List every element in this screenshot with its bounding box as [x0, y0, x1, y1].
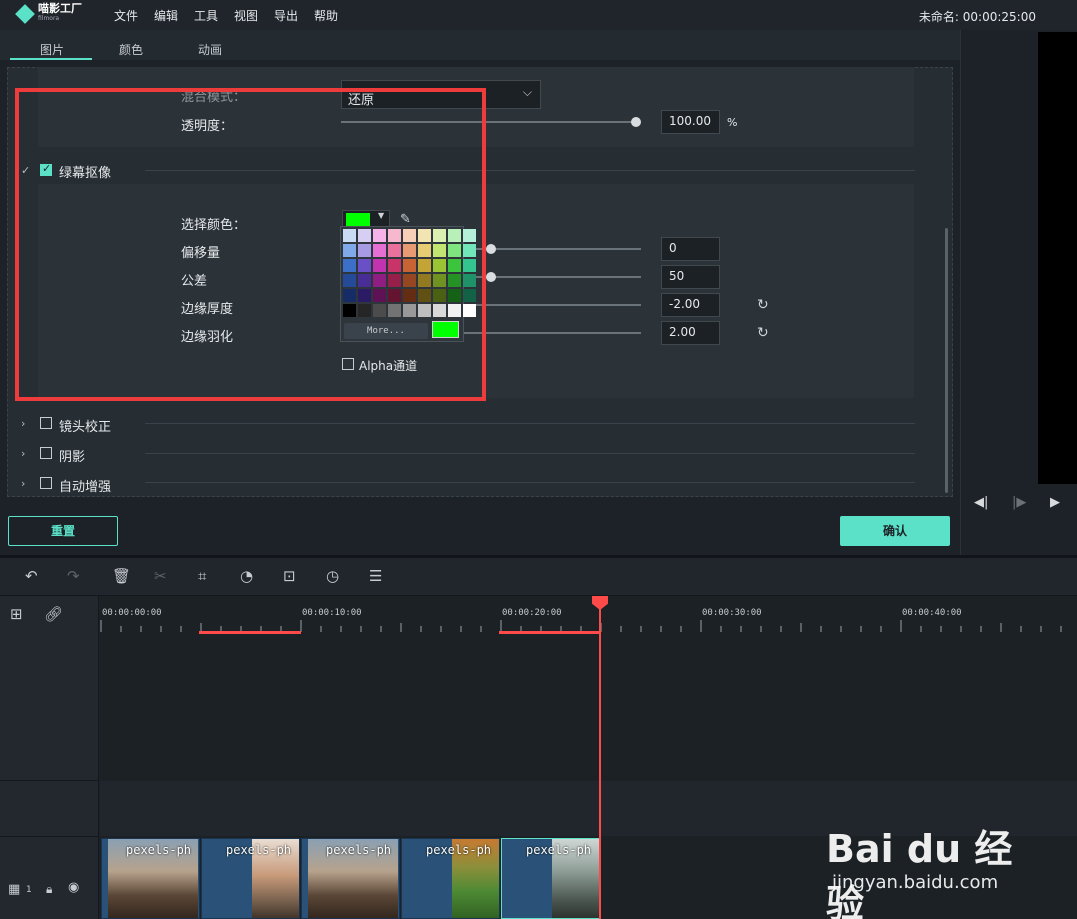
- opacity-unit: %: [727, 116, 738, 129]
- chevron-down-icon: ⌵: [522, 85, 532, 99]
- ruler-label: 00:00:10:00: [302, 608, 362, 618]
- chevron-right-icon[interactable]: ›: [21, 447, 25, 460]
- ruler-marker-segment: [199, 631, 301, 634]
- clip-name: pexels-ph: [126, 843, 192, 857]
- video-clip[interactable]: pexels-ph: [501, 838, 600, 919]
- video-clip[interactable]: pexels-ph: [301, 838, 400, 919]
- delete-icon[interactable]: 🗑: [112, 567, 131, 585]
- track-number: 1: [26, 885, 32, 895]
- app-logo: 喵影工厂 filmora: [15, 2, 82, 24]
- preview-viewport: [1038, 32, 1077, 484]
- lens-correction-label: 镜头校正: [59, 420, 112, 435]
- clip-name: pexels-ph: [526, 843, 592, 857]
- menu-file[interactable]: 文件: [114, 7, 138, 24]
- clip-name: pexels-ph: [426, 843, 492, 857]
- panel-scrollbar[interactable]: [945, 228, 948, 493]
- cut-icon[interactable]: ✂: [154, 567, 167, 585]
- playhead-line[interactable]: [599, 606, 601, 919]
- opacity-input[interactable]: 100.00: [661, 110, 720, 134]
- ruler-marker-segment: [499, 631, 600, 634]
- clip-name: pexels-ph: [326, 843, 392, 857]
- shadow-label: 阴影: [59, 450, 86, 465]
- track-divider: [0, 836, 99, 837]
- tab-image[interactable]: 图片: [40, 41, 64, 58]
- undo-icon[interactable]: ↶: [25, 567, 38, 585]
- redo-icon[interactable]: ↷: [67, 567, 80, 585]
- watermark-url: jingyan.baidu.com: [832, 872, 999, 893]
- color-palette-icon[interactable]: ◔: [240, 567, 253, 585]
- tab-bar: [0, 30, 960, 60]
- ruler-label: 00:00:40:00: [902, 608, 962, 618]
- active-tab-indicator: [10, 58, 92, 60]
- logo-icon: [15, 4, 35, 24]
- video-clip[interactable]: pexels-ph: [101, 838, 200, 919]
- project-title: 未命名: 00:00:25:00: [918, 10, 1036, 24]
- next-frame-icon[interactable]: |▶: [1012, 495, 1026, 510]
- eye-icon[interactable]: ◉: [68, 880, 79, 895]
- clip-name: pexels-ph: [226, 843, 292, 857]
- adjust-icon[interactable]: ☰: [369, 567, 382, 585]
- edge-thickness-input[interactable]: -2.00: [661, 293, 720, 317]
- auto-enhance-label: 自动增强: [59, 480, 112, 495]
- add-track-icon[interactable]: ⊞: [10, 605, 23, 623]
- menu-export[interactable]: 导出: [274, 7, 298, 24]
- watermark-logo: Bai du 经验 jingyan.baidu.com: [826, 800, 1026, 919]
- opacity-slider-handle[interactable]: [631, 117, 641, 127]
- auto-enhance-checkbox[interactable]: [40, 477, 52, 489]
- annotation-highlight-box: [15, 88, 486, 401]
- app-brand-sub: filmora: [38, 15, 60, 22]
- tolerance-slider-handle[interactable]: [486, 272, 496, 282]
- section-divider: [145, 423, 915, 424]
- tab-color[interactable]: 颜色: [119, 41, 143, 58]
- lens-correction-checkbox[interactable]: [40, 417, 52, 429]
- previous-frame-icon[interactable]: ◀|: [974, 495, 988, 510]
- video-clip[interactable]: pexels-ph: [201, 838, 300, 919]
- section-divider: [145, 453, 915, 454]
- empty-track[interactable]: [100, 636, 1077, 781]
- clock-icon[interactable]: ◷: [326, 567, 339, 585]
- menu-help[interactable]: 帮助: [314, 7, 338, 24]
- menu-tools[interactable]: 工具: [194, 7, 218, 24]
- video-track-icon: ▦: [8, 882, 21, 897]
- screen-icon[interactable]: ⊡: [283, 567, 296, 585]
- chevron-right-icon[interactable]: ›: [21, 477, 25, 490]
- section-divider: [145, 482, 915, 483]
- ruler-label: 00:00:30:00: [702, 608, 762, 618]
- edge-feather-input[interactable]: 2.00: [661, 321, 720, 345]
- ruler-label: 00:00:20:00: [502, 608, 562, 618]
- lock-icon[interactable]: 🔒︎: [46, 882, 52, 897]
- reset-button[interactable]: 重置: [8, 516, 118, 546]
- ruler-label: 00:00:00:00: [102, 608, 162, 618]
- offset-input[interactable]: 0: [661, 237, 720, 261]
- play-icon[interactable]: ▶: [1050, 495, 1060, 510]
- tolerance-input[interactable]: 50: [661, 265, 720, 289]
- track-header-column: [0, 596, 99, 919]
- chevron-right-icon[interactable]: ›: [21, 417, 25, 430]
- reset-icon[interactable]: ↻: [757, 325, 769, 341]
- reset-icon[interactable]: ↻: [757, 297, 769, 313]
- shadow-checkbox[interactable]: [40, 447, 52, 459]
- link-icon[interactable]: 🔗︎: [44, 605, 63, 623]
- track-divider: [0, 780, 99, 781]
- watermark-text: Bai du 经验: [826, 827, 1013, 919]
- menu-view[interactable]: 视图: [234, 7, 258, 24]
- crop-icon[interactable]: ⌗: [198, 567, 206, 585]
- ok-button[interactable]: 确认: [840, 516, 950, 546]
- video-clip[interactable]: pexels-ph: [401, 838, 500, 919]
- tab-animation[interactable]: 动画: [198, 41, 222, 58]
- menu-edit[interactable]: 编辑: [154, 7, 178, 24]
- app-brand: 喵影工厂: [38, 2, 82, 15]
- offset-slider-handle[interactable]: [486, 244, 496, 254]
